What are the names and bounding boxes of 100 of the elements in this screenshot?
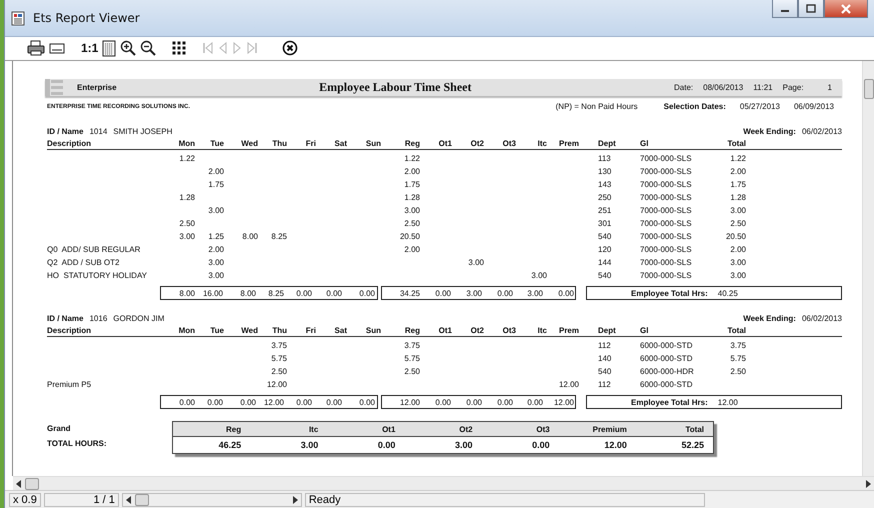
grid-button[interactable] [170,41,188,56]
scrollbar-thumb[interactable] [25,478,39,490]
actual-size-button[interactable]: 1:1 [79,41,100,56]
last-page-icon [246,41,258,56]
table-cell-text: 2.50 [178,219,195,228]
table-cell-text: 0.00 [434,398,451,407]
table-cell-text: 0.00 [496,288,513,298]
table-cell-text: 1.28 [729,193,746,202]
column-header: Ot2 [470,326,484,335]
first-page-icon [202,41,214,56]
selection-start-date: 05/27/2013 [740,102,780,112]
table-cell-text: 3.00 [178,232,195,242]
vertical-scrollbar[interactable] [862,61,874,476]
column-header: Ot2 [470,138,484,148]
table-cell-text: 3.75 [729,341,746,350]
company-short-name: Enterprise [77,83,117,92]
column-header: Itc [308,424,320,434]
table-cell-text: 1.75 [403,180,420,190]
page-setup-button[interactable] [47,42,67,54]
column-header: Sat [334,138,347,148]
table-cell-text: 540 [597,232,612,242]
close-button[interactable] [280,40,300,56]
maximize-button[interactable] [798,0,824,18]
zoom-out-button[interactable] [138,40,158,56]
table-cell-text: 12.00 [558,380,579,390]
employee-id: 1016 [89,314,108,323]
zoom-level: x 0.9 [9,492,41,507]
employee-total-label: Employee Total Hrs: [631,398,708,407]
column-header: Tue [209,138,224,148]
table-cell-text: 7000-000-SLS [640,180,693,190]
table-cell-text: 301 [597,219,612,228]
column-header: Total [726,138,746,148]
column-header: Ot1 [438,326,452,335]
total-hours-label: TOTAL HOURS: [47,438,108,450]
table-cell-text: 130 [597,167,612,176]
zoom-in-button[interactable] [118,40,138,56]
table-cell-text: 3.00 [403,206,420,216]
column-header: Gl [640,138,650,148]
table-cell-text: 3.00 [465,288,482,298]
employee-total-value: 12.00 [718,398,738,407]
table-cell-text: 3.00 [207,271,224,280]
table-cell-text: 12.00 [262,398,284,407]
table-cell-text: 112 [597,341,612,350]
table-cell-text: 3.00 [207,258,224,268]
status-scrollbar[interactable] [122,492,302,507]
table-cell-text: 540 [597,367,612,376]
grand-label: Grand [47,423,72,436]
status-text: Ready [304,492,705,507]
page-icon [102,40,116,57]
column-header: Description [47,326,92,335]
scrollbar-thumb[interactable] [134,494,149,506]
next-page-icon [232,41,242,56]
page-number: 1 [828,83,832,92]
table-cell-text: 0.00 [358,398,375,407]
minimize-button[interactable] [772,0,798,18]
table-cell-text: 0.00 [376,440,396,450]
column-header: Dept [597,326,617,335]
column-header: Mon [178,138,195,148]
table-cell-text: 540 [597,271,612,280]
table-cell-text: 250 [597,193,612,202]
page-button[interactable] [100,40,118,57]
right-arrow-icon[interactable] [292,496,298,504]
right-arrow-icon[interactable] [865,480,871,488]
left-arrow-icon[interactable] [126,496,132,504]
selection-end-date: 06/09/2013 [794,102,834,112]
column-header: Total [684,424,705,434]
table-cell-text: 0.00 [358,288,375,298]
column-header: Reg [404,326,420,335]
table-cell-text: 2.00 [729,245,746,254]
table-cell-text: 8.00 [241,232,258,242]
column-header: Dept [597,138,617,148]
table-cell-text: 5.75 [270,354,287,364]
table-cell-text: 8.25 [267,288,284,298]
selection-dates-label: Selection Dates: [664,102,726,112]
table-cell-text: 12.00 [398,398,420,407]
table-cell-text: 12.00 [603,440,628,450]
column-header: Gl [640,326,650,335]
column-header: Reg [404,138,420,148]
table-cell-text: 6000-000-HDR [640,367,695,376]
table-cell-text: 1.22 [403,154,420,164]
table-cell-text: 2.00 [207,245,224,254]
table-cell-text: 1.75 [207,180,224,190]
left-arrow-icon[interactable] [16,480,22,488]
table-cell-text: 0.00 [526,398,543,407]
table-cell-text: 0.00 [295,288,312,298]
table-cell-text: 2.50 [729,219,746,228]
table-cell-text: 0.00 [295,398,312,407]
table-cell-text: 3.00 [454,440,474,450]
table-cell-text: 113 [597,154,612,164]
scrollbar-thumb[interactable] [864,79,874,100]
close-icon [840,4,852,14]
table-cell-text: 0.00 [434,288,451,298]
print-button[interactable] [25,40,47,56]
column-header: Thu [271,138,287,148]
table-cell-text: 3.00 [207,206,224,216]
table-cell-text: 1.28 [178,193,195,202]
horizontal-scrollbar[interactable] [13,476,874,490]
table-cell-text: 3.75 [403,341,420,350]
table-cell-text: 2.00 [403,167,420,176]
table-cell-text: 3.00 [729,206,746,216]
